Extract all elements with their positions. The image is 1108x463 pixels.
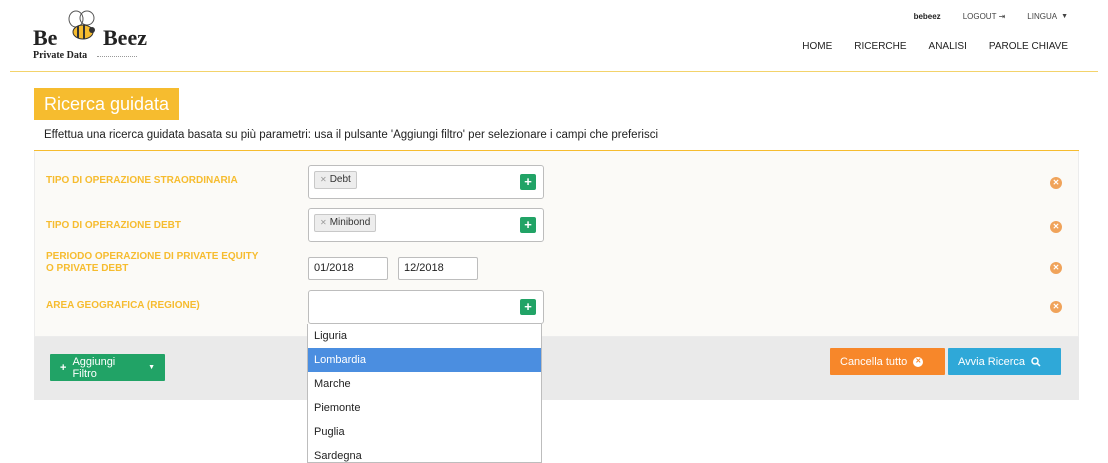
tag-remove-icon[interactable]: ✕ (320, 172, 327, 188)
selected-tag[interactable]: ✕ Debt (314, 171, 357, 189)
page-subtitle-text: Effettua una ricerca guidata basata su p… (44, 129, 659, 141)
plus-icon: + (60, 361, 67, 374)
add-option-button[interactable]: + (520, 217, 536, 233)
language-label: LINGUA (1027, 12, 1058, 21)
dropdown-option[interactable]: Marche (308, 372, 541, 396)
add-option-button[interactable]: + (520, 299, 536, 315)
tag-label: Debt (329, 174, 351, 185)
date-to-input[interactable]: 12/2018 (398, 257, 478, 280)
regione-dropdown-list: Liguria Lombardia Marche Piemonte Puglia… (307, 324, 542, 463)
dropdown-option-highlighted[interactable]: Lombardia (308, 348, 541, 372)
search-icon (1031, 356, 1041, 367)
caret-down-icon: ▼ (1061, 13, 1068, 20)
clear-all-label: Cancella tutto (840, 355, 908, 368)
tag-label: Minibond (329, 217, 371, 228)
add-filter-button[interactable]: + Aggiungi Filtro ▼ (50, 354, 165, 381)
logo-tagline: Private Data (33, 50, 88, 61)
nav-home[interactable]: HOME (802, 41, 832, 52)
selected-tag[interactable]: ✕ Minibond (314, 214, 377, 232)
logo-text-beez: Beez (103, 25, 147, 50)
filter-select-operazione-debt[interactable]: ✕ Minibond + (308, 208, 544, 242)
language-menu[interactable]: LINGUA ▼ (1027, 12, 1068, 21)
clear-all-button[interactable]: Cancella tutto ✕ (830, 348, 945, 375)
dropdown-option[interactable]: Piemonte (308, 396, 541, 420)
caret-down-icon: ▼ (148, 364, 155, 371)
logout-link[interactable]: LOGOUT ⇥ (963, 12, 1006, 21)
header-divider (10, 71, 1098, 72)
dropdown-option[interactable]: Puglia (308, 420, 541, 444)
top-utility-bar: bebeez LOGOUT ⇥ LINGUA ▼ (914, 12, 1068, 21)
nav-ricerche[interactable]: RICERCHE (854, 41, 906, 52)
filter-label-line1: PERIODO OPERAZIONE DI PRIVATE EQUITY (46, 251, 259, 262)
remove-filter-icon[interactable]: ✕ (1050, 262, 1062, 274)
close-circle-icon: ✕ (913, 356, 924, 367)
sign-out-icon: ⇥ (998, 12, 1006, 21)
logo-text-be: Be (33, 25, 58, 50)
bee-icon (68, 10, 95, 40)
remove-filter-icon[interactable]: ✕ (1050, 177, 1062, 189)
filter-label-line2: O PRIVATE DEBT (46, 263, 129, 274)
brand-logo[interactable]: Be Beez Private Data (33, 10, 183, 62)
filter-panel: TIPO DI OPERAZIONE STRAORDINARIA ✕ Debt … (34, 151, 1079, 337)
nav-parole-chiave[interactable]: PAROLE CHIAVE (989, 41, 1068, 52)
start-search-button[interactable]: Avvia Ricerca (948, 348, 1061, 375)
filter-select-operazione-straordinaria[interactable]: ✕ Debt + (308, 165, 544, 199)
date-from-input[interactable]: 01/2018 (308, 257, 388, 280)
dropdown-option[interactable]: Liguria (308, 324, 541, 348)
add-filter-label: Aggiungi Filtro (72, 355, 116, 380)
username-label: bebeez (913, 12, 941, 21)
add-option-button[interactable]: + (520, 174, 536, 190)
main-nav: HOME RICERCHE ANALISI PAROLE CHIAVE (802, 41, 1068, 52)
dropdown-option[interactable]: Sardegna (308, 444, 541, 462)
filter-label: TIPO DI OPERAZIONE DEBT (46, 220, 182, 231)
nav-analisi[interactable]: ANALISI (929, 41, 967, 52)
remove-filter-icon[interactable]: ✕ (1050, 301, 1062, 313)
tag-remove-icon[interactable]: ✕ (320, 215, 327, 231)
logo-dotted-trail (97, 56, 137, 57)
filter-label: PERIODO OPERAZIONE DI PRIVATE EQUITY O P… (46, 251, 258, 275)
logout-label: LOGOUT (962, 12, 997, 21)
page-subtitle: Effettua una ricerca guidata basata su p… (34, 120, 1079, 151)
filter-label: TIPO DI OPERAZIONE STRAORDINARIA (46, 175, 238, 186)
remove-filter-icon[interactable]: ✕ (1050, 221, 1062, 233)
action-bar: + Aggiungi Filtro ▼ Cancella tutto ✕ Avv… (34, 337, 1079, 400)
start-search-label: Avvia Ricerca (958, 355, 1026, 368)
page-title: Ricerca guidata (34, 88, 180, 120)
filter-label: AREA GEOGRAFICA (REGIONE) (46, 300, 200, 311)
filter-select-regione[interactable]: + (308, 290, 544, 324)
